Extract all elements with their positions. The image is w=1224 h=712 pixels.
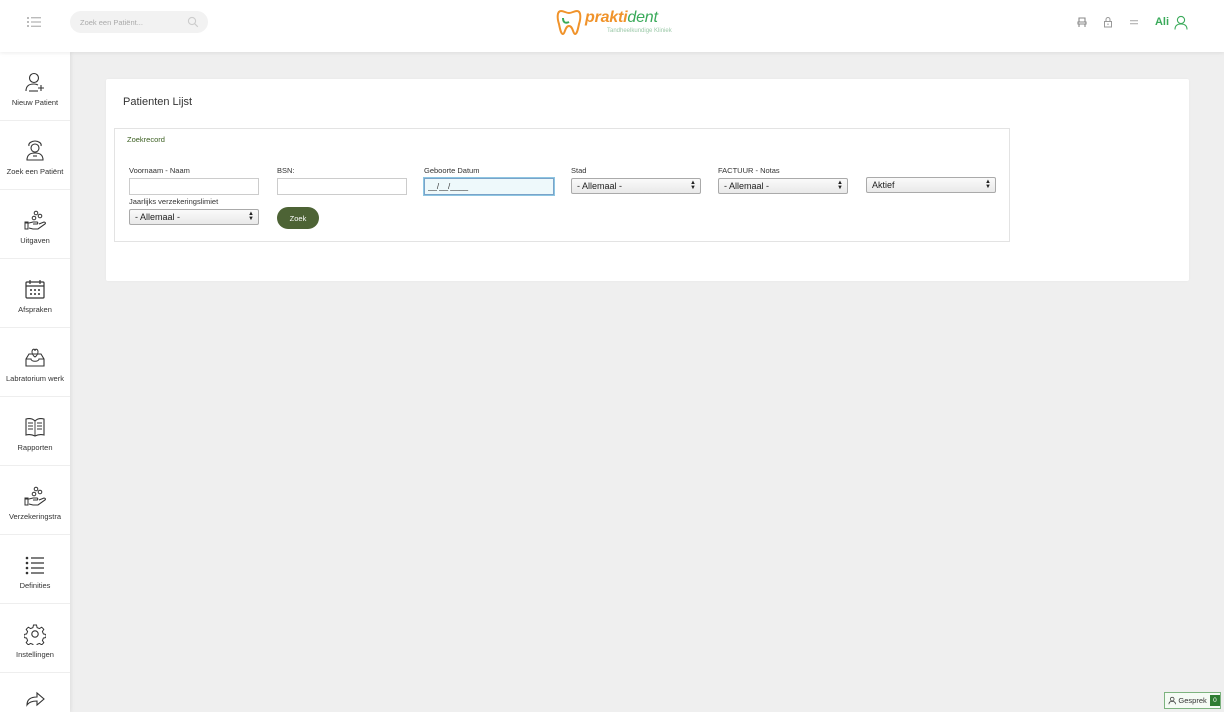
patient-search-box <box>70 11 208 33</box>
sidebar-item-label: Instellingen <box>16 650 54 659</box>
praktident-logo[interactable]: praktident Tandheelkundige Kliniek <box>556 8 680 38</box>
invoice-notes-select[interactable]: - Allemaal - ▲ ▼ <box>718 178 848 194</box>
dental-chair-icon[interactable] <box>1075 15 1089 29</box>
sidebar-item-appointments[interactable]: Afspraken <box>0 259 70 328</box>
status-select[interactable]: Aktief ▲ ▼ <box>866 177 996 193</box>
search-record-legend: Zoekrecord <box>127 135 165 144</box>
bsn-input[interactable] <box>277 178 407 195</box>
patient-search-icon <box>26 140 44 161</box>
logo-text: praktident <box>585 9 658 26</box>
insurance-limit-select[interactable]: - Allemaal - ▲ ▼ <box>129 209 259 225</box>
city-label: Stad <box>571 166 587 175</box>
logo-subtitle: Tandheelkundige Kliniek <box>607 28 672 34</box>
invoice-notes-label: FACTUUR - Notas <box>718 166 780 175</box>
sidebar-item-settings[interactable]: Instellingen <box>0 604 70 673</box>
select-arrows-icon: ▲ ▼ <box>690 180 696 191</box>
select-arrows-icon: ▲ ▼ <box>837 180 843 191</box>
sidebar-item-insurance[interactable]: Verzekeringstra <box>0 466 70 535</box>
bsn-label: BSN: <box>277 166 295 175</box>
add-user-icon <box>25 72 44 92</box>
sidebar-item-label: Labratorium werk <box>6 374 64 383</box>
sidebar-item-label: Zoek een Patiënt <box>6 167 64 176</box>
chat-label: Gesprek <box>1178 696 1207 705</box>
top-bar: praktident Tandheelkundige Kliniek Ali <box>0 0 1224 52</box>
city-select[interactable]: - Allemaal - ▲ ▼ <box>571 178 701 194</box>
book-icon <box>25 418 45 437</box>
share-arrow-icon <box>26 691 45 707</box>
sidebar-item-lab-work[interactable]: Labratorium werk <box>0 328 70 397</box>
sidebar-item-label: Rapporten <box>17 443 53 452</box>
name-input[interactable] <box>129 178 259 195</box>
user-name[interactable]: Ali <box>1155 16 1169 28</box>
sidebar-item-label: Definities <box>19 581 51 590</box>
calendar-icon <box>25 280 45 299</box>
sidebar-item-label: Afspraken <box>18 305 52 314</box>
search-icon[interactable] <box>187 16 199 28</box>
insurance-limit-label: Jaarlijks verzekeringslimiet <box>129 197 219 206</box>
select-arrows-icon: ▲ ▼ <box>248 211 254 222</box>
sidebar-item-label: Uitgaven <box>20 236 50 245</box>
search-record-fieldset: Zoekrecord Voornaam - Naam BSN: Geboorte… <box>114 128 1010 242</box>
chat-count-badge: 0 <box>1209 695 1220 706</box>
lock-icon[interactable] <box>1101 15 1115 29</box>
sidebar-item-label: Nieuw Patient <box>11 98 59 107</box>
hand-coins-icon <box>24 486 46 506</box>
page-title: Patienten Lijst <box>123 96 193 108</box>
birth-date-input[interactable] <box>424 178 554 195</box>
sidebar-item-expenses[interactable]: Uitgaven <box>0 190 70 259</box>
list-icon <box>25 556 44 575</box>
menu-toggle-icon[interactable] <box>25 14 43 30</box>
user-profile-icon[interactable] <box>1174 15 1188 30</box>
patient-list-card: Patienten Lijst Zoekrecord Voornaam - Na… <box>106 79 1189 281</box>
sidebar-item-search-patient[interactable]: Zoek een Patiënt <box>0 121 70 190</box>
sidebar-item-definitions[interactable]: Definities <box>0 535 70 604</box>
chat-user-icon <box>1168 696 1176 705</box>
sidebar-item-new-patient[interactable]: Nieuw Patient <box>0 52 70 121</box>
chat-button[interactable]: Gesprek 0 <box>1164 692 1221 709</box>
birth-date-label: Geboorte Datum <box>424 166 480 175</box>
patient-search-input[interactable] <box>70 11 180 33</box>
lab-tray-icon <box>25 348 45 367</box>
search-button[interactable]: Zoek <box>277 207 319 229</box>
tooth-logo-icon <box>556 9 582 36</box>
select-arrows-icon: ▲ ▼ <box>985 179 991 190</box>
gear-icon <box>24 624 46 645</box>
header-actions: Ali <box>1063 13 1188 31</box>
sidebar-item-label: Verzekeringstra <box>8 512 62 521</box>
hand-coins-icon <box>24 210 46 230</box>
sidebar: Nieuw Patient Zoek een Patiënt Uitgaven … <box>0 52 70 712</box>
sidebar-item-reports[interactable]: Rapporten <box>0 397 70 466</box>
equals-menu-icon[interactable] <box>1127 15 1141 29</box>
name-label: Voornaam - Naam <box>129 166 190 175</box>
sidebar-item-more[interactable] <box>0 673 70 712</box>
